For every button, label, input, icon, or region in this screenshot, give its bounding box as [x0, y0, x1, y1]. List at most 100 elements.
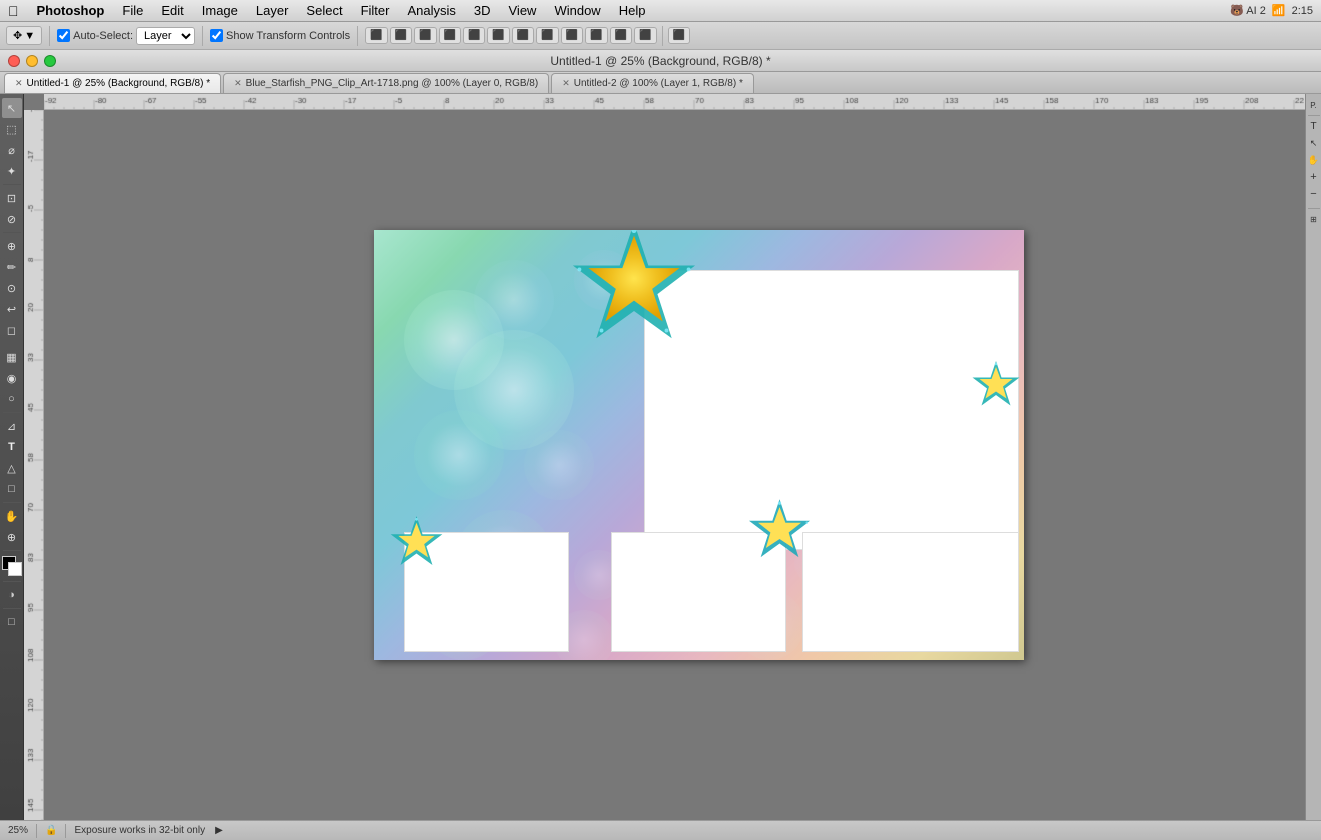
dodge-tool[interactable]: ○ — [2, 389, 22, 409]
align-right-btn[interactable]: ⬛ — [414, 27, 436, 44]
horizontal-ruler — [44, 94, 1304, 110]
distribute-top-btn[interactable]: ⬛ — [585, 27, 607, 44]
path-tool[interactable]: △ — [2, 458, 22, 478]
distribute-left-btn[interactable]: ⬛ — [512, 27, 534, 44]
status-arrow[interactable]: ▶ — [215, 825, 223, 836]
distribute-right-btn[interactable]: ⬛ — [561, 27, 583, 44]
starfish-small-left[interactable] — [389, 515, 444, 570]
panel-btn-arrow[interactable]: ↖ — [1307, 136, 1321, 150]
ruler-top — [44, 94, 1305, 110]
distribute-bottom-btn[interactable]: ⬛ — [634, 27, 656, 44]
starfish-medium-center[interactable] — [747, 498, 812, 563]
panel-btn-type[interactable]: T — [1307, 119, 1321, 133]
eyedropper-tool[interactable]: ⊘ — [2, 209, 22, 229]
show-transform-checkbox[interactable] — [210, 29, 223, 42]
auto-select-dropdown[interactable]: Layer Group — [136, 27, 195, 45]
eraser-tool[interactable]: ◻ — [2, 320, 22, 340]
menu-filter[interactable]: Filter — [353, 2, 398, 19]
menu-layer[interactable]: Layer — [248, 2, 297, 19]
document-canvas — [374, 230, 1024, 660]
align-top-btn[interactable]: ⬛ — [439, 27, 461, 44]
apple-menu[interactable]:  — [8, 3, 19, 19]
move-icon: ✥ — [13, 29, 22, 42]
tab-close-3[interactable]: ✕ — [562, 78, 570, 89]
photo-box-1 — [644, 270, 1019, 550]
canvas-area[interactable] — [24, 94, 1305, 820]
clone-tool[interactable]: ⊙ — [2, 278, 22, 298]
panel-btn-1[interactable]: P. — [1307, 98, 1321, 112]
photo-box-4 — [802, 532, 1019, 652]
starfish-small-right[interactable] — [971, 360, 1021, 410]
mask-mode[interactable]: ◑ — [2, 585, 22, 605]
menu-file[interactable]: File — [114, 2, 151, 19]
toolbar: ✥ ▼ Auto-Select: Layer Group Show Transf… — [0, 22, 1321, 50]
zoom-tool[interactable]: ⊕ — [2, 527, 22, 547]
background-color[interactable] — [8, 562, 22, 576]
menu-3d[interactable]: 3D — [466, 2, 499, 19]
tab-untitled1[interactable]: ✕ Untitled-1 @ 25% (Background, RGB/8) * — [4, 73, 221, 93]
menu-analysis[interactable]: Analysis — [399, 2, 463, 19]
align-bottom-btn[interactable]: ⬛ — [487, 27, 509, 44]
panel-divider-2 — [1308, 208, 1320, 209]
gradient-tool[interactable]: ▦ — [2, 347, 22, 367]
align-left-btn[interactable]: ⬛ — [365, 27, 387, 44]
move-tool[interactable]: ↖ — [2, 98, 22, 118]
window-minimize-btn[interactable] — [26, 55, 38, 67]
canvas-content — [44, 110, 1305, 820]
menu-window[interactable]: Window — [546, 2, 608, 19]
lasso-tool[interactable]: ⌀ — [2, 140, 22, 160]
brush-tool[interactable]: ✏ — [2, 257, 22, 277]
tab-starfish[interactable]: ✕ Blue_Starfish_PNG_Clip_Art-1718.png @ … — [223, 73, 549, 93]
window-close-btn[interactable] — [8, 55, 20, 67]
panel-btn-zoom[interactable]: + — [1307, 170, 1321, 184]
tab-label-3: Untitled-2 @ 100% (Layer 1, RGB/8) * — [574, 78, 743, 89]
move-icon-arrow: ▼ — [24, 30, 35, 42]
menu-select[interactable]: Select — [298, 2, 350, 19]
auto-select-container: Auto-Select: Layer Group — [57, 27, 195, 45]
show-transform-container: Show Transform Controls — [210, 29, 350, 42]
window-maximize-btn[interactable] — [44, 55, 56, 67]
tab-untitled2[interactable]: ✕ Untitled-2 @ 100% (Layer 1, RGB/8) * — [551, 73, 754, 93]
tab-close-1[interactable]: ✕ — [15, 78, 23, 89]
tool-sep-4 — [3, 412, 21, 413]
blur-tool[interactable]: ◉ — [2, 368, 22, 388]
starfish-large[interactable] — [569, 230, 699, 350]
window-title: Untitled-1 @ 25% (Background, RGB/8) * — [550, 54, 770, 68]
panel-btn-hand[interactable]: ✋ — [1307, 153, 1321, 167]
auto-select-checkbox[interactable] — [57, 29, 70, 42]
menubar-clock: 🐻 AI 2 — [1230, 4, 1266, 17]
history-brush[interactable]: ↩ — [2, 299, 22, 319]
pen-tool[interactable]: ⊿ — [2, 416, 22, 436]
hand-tool[interactable]: ✋ — [2, 506, 22, 526]
auto-align-btn[interactable]: ⬛ — [668, 27, 690, 44]
move-tool-options[interactable]: ✥ ▼ — [6, 26, 42, 45]
heal-tool[interactable]: ⊕ — [2, 236, 22, 256]
status-sep-2 — [65, 824, 66, 838]
tool-sep-8 — [3, 608, 21, 609]
ruler-left — [24, 110, 44, 820]
screen-mode[interactable]: □ — [2, 612, 22, 632]
crop-tool[interactable]: ⊡ — [2, 188, 22, 208]
distribute-center-h-btn[interactable]: ⬛ — [536, 27, 558, 44]
magic-wand-tool[interactable]: ✦ — [2, 161, 22, 181]
align-center-h-btn[interactable]: ⬛ — [390, 27, 412, 44]
menubar-right: 🐻 AI 2 📶 2:15 — [1230, 4, 1313, 17]
align-center-v-btn[interactable]: ⬛ — [463, 27, 485, 44]
menu-edit[interactable]: Edit — [153, 2, 191, 19]
menu-help[interactable]: Help — [611, 2, 654, 19]
panel-btn-grid[interactable]: ⊞ — [1307, 212, 1321, 226]
menu-view[interactable]: View — [501, 2, 545, 19]
distribute-center-v-btn[interactable]: ⬛ — [610, 27, 632, 44]
tab-close-2[interactable]: ✕ — [234, 78, 242, 89]
text-tool[interactable]: T — [2, 437, 22, 457]
status-info: Exposure works in 32-bit only — [74, 825, 205, 836]
status-sep-1 — [36, 824, 37, 838]
tab-label-2: Blue_Starfish_PNG_Clip_Art-1718.png @ 10… — [246, 78, 539, 89]
toolbar-sep-4 — [662, 26, 663, 46]
panel-btn-minus[interactable]: − — [1307, 187, 1321, 201]
shape-tool[interactable]: □ — [2, 479, 22, 499]
select-tool[interactable]: ⬚ — [2, 119, 22, 139]
status-bar: 25% 🔒 Exposure works in 32-bit only ▶ — [0, 820, 1321, 840]
doc-info-icon[interactable]: 🔒 — [45, 825, 57, 836]
menu-image[interactable]: Image — [194, 2, 246, 19]
